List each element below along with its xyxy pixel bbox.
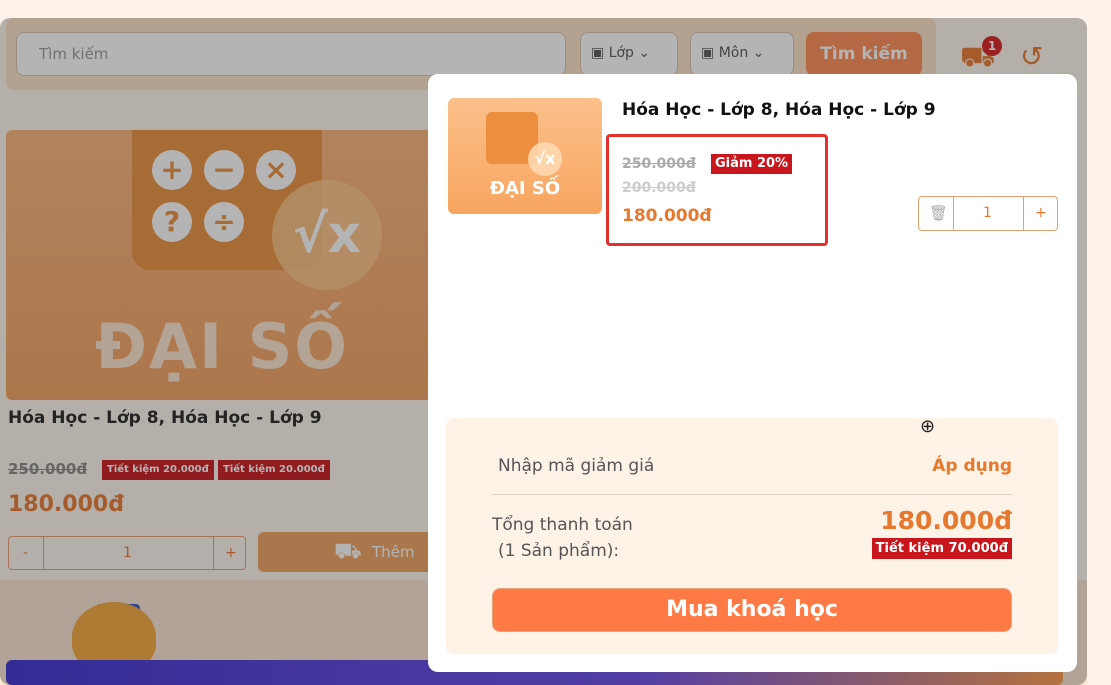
discount-badge: Giảm 20% bbox=[711, 154, 793, 174]
total-value: 180.000đ bbox=[880, 506, 1012, 535]
original-price: 250.000đ bbox=[622, 156, 696, 172]
total-label-line1: Tổng thanh toán bbox=[492, 515, 633, 535]
apply-coupon-button[interactable]: Áp dụng bbox=[932, 456, 1012, 476]
divider bbox=[492, 494, 1012, 495]
cart-item-thumbnail: √x ĐẠI SỐ bbox=[448, 98, 602, 214]
order-summary: Nhập mã giảm giá Áp dụng Tổng thanh toán… bbox=[446, 418, 1058, 654]
cart-item-title: Hóa Học - Lớp 8, Hóa Học - Lớp 9 bbox=[622, 100, 936, 120]
coupon-input[interactable]: Nhập mã giảm giá bbox=[498, 456, 654, 476]
buy-course-button[interactable]: Mua khoá học bbox=[492, 588, 1012, 632]
thumbnail-title: ĐẠI SỐ bbox=[489, 178, 561, 199]
final-price: 180.000đ bbox=[622, 206, 712, 226]
cart-quantity-value[interactable]: 1 bbox=[983, 197, 992, 230]
cart-quantity-stepper[interactable]: 🗑 1 + bbox=[918, 196, 1058, 231]
total-label-line2: (1 Sản phẩm): bbox=[498, 541, 620, 561]
total-label: Tổng thanh toán (1 Sản phẩm): bbox=[492, 512, 633, 564]
cart-modal: √x ĐẠI SỐ Hóa Học - Lớp 8, Hóa Học - Lớp… bbox=[428, 74, 1077, 672]
cart-increment-button[interactable]: + bbox=[1035, 197, 1047, 230]
sqrt-icon: √x bbox=[528, 142, 562, 176]
zoom-in-cursor-icon: ⊕ bbox=[920, 416, 936, 437]
intermediate-price: 200.000đ bbox=[622, 180, 696, 196]
trash-icon[interactable]: 🗑 bbox=[929, 197, 948, 230]
savings-badge: Tiết kiệm 70.000đ bbox=[871, 538, 1012, 559]
